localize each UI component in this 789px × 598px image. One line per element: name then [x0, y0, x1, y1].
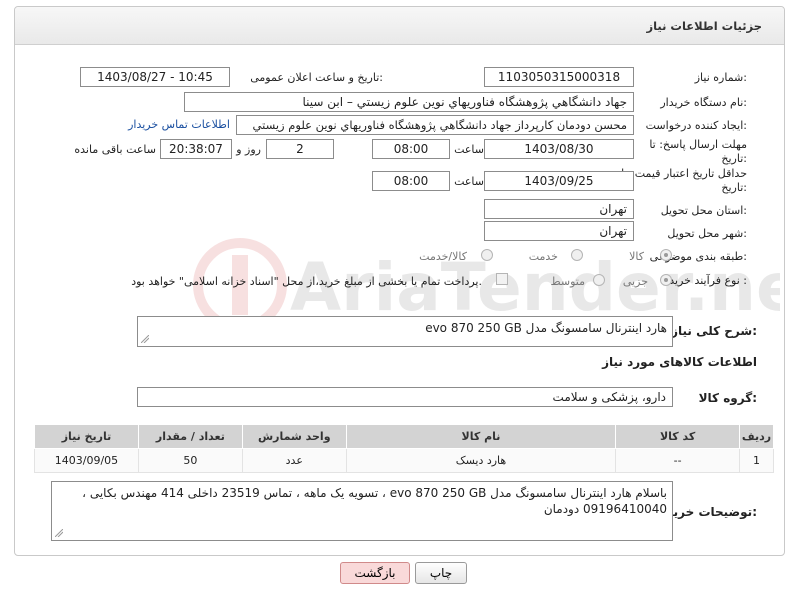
announce-datetime-label: تاریخ و ساعت اعلان عمومی: — [250, 71, 383, 84]
buyer-org-field: جهاد دانشگاهي پژوهشگاه فناوريهاي نوين عل… — [184, 92, 634, 112]
category-option-goods-service: کالا/خدمت — [419, 250, 467, 263]
process-radio-minor[interactable] — [660, 274, 672, 286]
category-radio-goods[interactable] — [660, 249, 672, 261]
price-validity-date-field: 1403/09/25 — [484, 171, 634, 191]
delivery-city-label: شهر محل تحویل: — [667, 227, 747, 240]
print-button[interactable]: چاپ — [415, 562, 467, 584]
requester-label: ایجاد کننده درخواست: — [645, 119, 747, 132]
reply-deadline-label-2: تاریخ: — [721, 152, 747, 165]
panel-title: جزئیات اطلاعات نیاز — [646, 19, 762, 33]
process-option-minor: جزیی — [622, 275, 648, 288]
col-header-unit: واحد شمارش — [241, 424, 347, 449]
purchase-process-label: نوع فرآیند خرید : — [669, 274, 747, 287]
cell-goods-code: -- — [615, 448, 741, 473]
category-option-service: خدمت — [528, 250, 558, 263]
summary-text: هارد اينترنال سامسونگ مدل evo 870 250 GB — [425, 321, 667, 335]
col-header-goods-name: نام کالا — [345, 424, 617, 449]
requester-field: محسن دودمان كارپرداز جهاد دانشگاهي پژوهش… — [236, 115, 634, 135]
remaining-time-field: 20:38:07 — [160, 139, 232, 159]
col-header-quantity: تعداد / مقدار — [137, 424, 243, 449]
process-radio-medium[interactable] — [593, 274, 605, 286]
reply-days-label: روز و — [236, 143, 261, 156]
cell-goods-name: هارد ديسک — [345, 448, 617, 473]
delivery-city-field: تهران — [484, 221, 634, 241]
category-radio-goods-service[interactable] — [481, 249, 493, 261]
treasury-payment-checkbox[interactable] — [496, 273, 508, 285]
process-option-medium: متوسط — [550, 275, 585, 288]
summary-textarea: هارد اينترنال سامسونگ مدل evo 870 250 GB — [137, 316, 673, 347]
remaining-time-label: ساعت باقی مانده — [74, 143, 156, 156]
buyer-contact-link[interactable]: اطلاعات تماس خریدار — [128, 118, 230, 131]
col-header-goods-code: کد کالا — [615, 424, 741, 449]
reply-time-field: 08:00 — [372, 139, 450, 159]
goods-table: ردیف کد کالا نام کالا واحد شمارش تعداد /… — [34, 424, 774, 473]
price-validity-time-label: ساعت — [454, 175, 484, 188]
cell-quantity: 50 — [137, 448, 243, 473]
price-validity-time-field: 08:00 — [372, 171, 450, 191]
goods-table-header-row: ردیف کد کالا نام کالا واحد شمارش تعداد /… — [34, 424, 774, 449]
buyer-notes-text: باسلام هارد اينترنال سامسونگ مدل evo 870… — [82, 486, 667, 516]
price-validity-label-2: تاریخ: — [721, 181, 747, 194]
need-number-field: 1103050315000318 — [484, 67, 634, 87]
treasury-payment-note: پرداخت تمام یا بخشی از مبلغ خرید،از محل … — [131, 275, 482, 288]
summary-label: شرح کلی نیاز: — [671, 324, 757, 338]
need-number-label: شماره نیاز: — [694, 71, 747, 84]
cell-row-number: 1 — [739, 448, 774, 473]
resize-grip-icon[interactable] — [141, 335, 149, 343]
table-row: 1 -- هارد ديسک عدد 50 1403/09/05 — [34, 448, 774, 473]
goods-group-field: دارو، پزشکی و سلامت — [137, 387, 673, 407]
resize-grip-icon[interactable] — [55, 529, 63, 537]
reply-time-label: ساعت — [454, 143, 484, 156]
col-header-need-date: تاریخ نیاز — [34, 424, 139, 449]
panel-header: جزئیات اطلاعات نیاز — [15, 7, 784, 45]
col-header-row-number: ردیف — [739, 424, 774, 449]
announce-datetime-field: 1403/08/27 - 10:45 — [80, 67, 230, 87]
delivery-province-label: استان محل تحویل: — [660, 204, 747, 217]
reply-date-field: 1403/08/30 — [484, 139, 634, 159]
buyer-org-label: نام دستگاه خریدار: — [660, 96, 747, 109]
buyer-notes-textarea: باسلام هارد اينترنال سامسونگ مدل evo 870… — [51, 481, 673, 541]
reply-days-field: 2 — [266, 139, 334, 159]
goods-section-title: اطلاعات کالاهای مورد نیاز — [602, 355, 757, 369]
price-validity-label-1: حداقل تاریخ اعتبار قیمت: تا — [621, 167, 747, 180]
delivery-province-field: تهران — [484, 199, 634, 219]
cell-unit: عدد — [241, 448, 347, 473]
back-button[interactable]: بازگشت — [340, 562, 410, 584]
reply-deadline-label-1: مهلت ارسال پاسخ: تا — [649, 138, 747, 151]
goods-group-label: گروه کالا: — [698, 391, 757, 405]
cell-need-date: 1403/09/05 — [34, 448, 139, 473]
category-radio-service[interactable] — [571, 249, 583, 261]
category-option-goods: کالا — [629, 250, 644, 263]
